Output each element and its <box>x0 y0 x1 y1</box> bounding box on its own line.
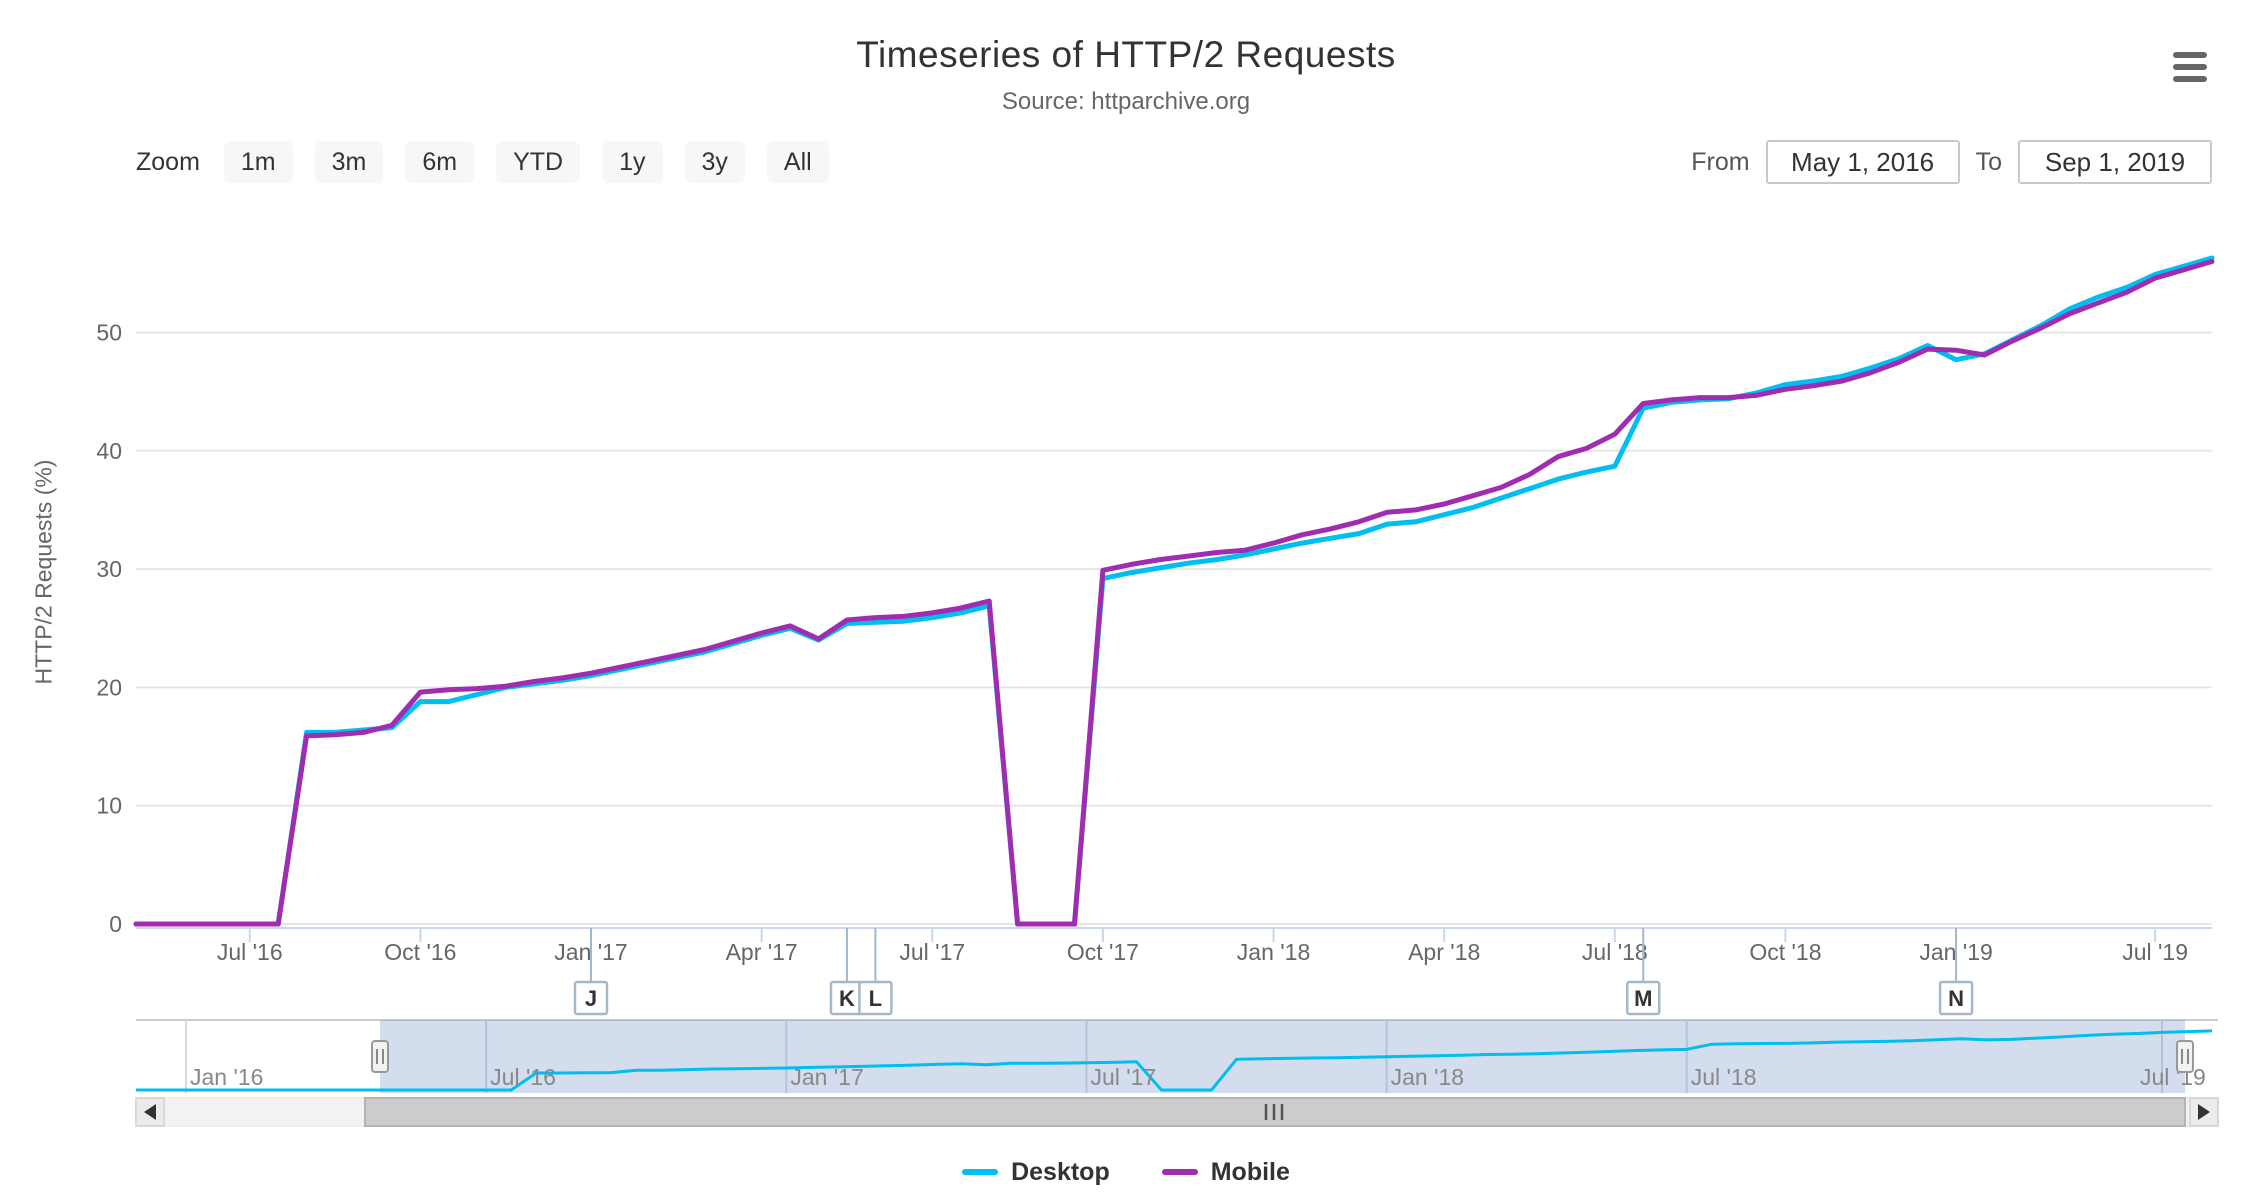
x-axis-label: Oct '16 <box>384 939 456 965</box>
legend: Desktop Mobile <box>0 1148 2252 1196</box>
flag-label: J <box>585 986 597 1011</box>
y-axis-label: 20 <box>96 674 122 700</box>
x-axis-label: Apr '17 <box>726 939 798 965</box>
navigator-handle-right[interactable] <box>2177 1041 2193 1072</box>
legend-line-icon <box>962 1169 998 1175</box>
y-axis-label: 30 <box>96 556 122 582</box>
scrollbar-right-button[interactable] <box>2190 1098 2218 1126</box>
flag-label: K <box>839 986 855 1011</box>
navigator-axis-label: Jul '19 <box>2140 1064 2206 1090</box>
legend-item-mobile[interactable]: Mobile <box>1162 1158 1290 1187</box>
y-axis-label: 10 <box>96 793 122 819</box>
flag-label: L <box>869 986 882 1011</box>
navigator-handle-left[interactable] <box>372 1041 388 1072</box>
highcharts-stock-chart: Timeseries of HTTP/2 Requests Source: ht… <box>0 0 2252 1204</box>
x-axis-label: Oct '17 <box>1067 939 1139 965</box>
navigator-axis-label: Jan '16 <box>190 1064 263 1090</box>
navigator-axis-label: Jul '17 <box>1090 1064 1156 1090</box>
flag-label: M <box>1634 986 1652 1011</box>
series-line-mobile[interactable] <box>136 262 2212 925</box>
chart-plot-area: 0 10 20 30 40 50 Jul '16 Oct '16 Jan '17 Apr '17 J… <box>0 0 2252 1204</box>
navigator-axis-label: Jul '18 <box>1691 1064 1757 1090</box>
x-axis-label: Apr '18 <box>1408 939 1480 965</box>
handle-grip-icon <box>2177 1041 2193 1072</box>
series-line-desktop[interactable] <box>136 258 2212 924</box>
x-axis-label: Jul '16 <box>217 939 283 965</box>
legend-line-icon <box>1162 1169 1198 1175</box>
x-axis-label: Oct '18 <box>1749 939 1821 965</box>
handle-grip-icon <box>372 1041 388 1072</box>
legend-item-desktop[interactable]: Desktop <box>962 1158 1110 1187</box>
navigator-mask[interactable] <box>380 1020 2185 1093</box>
x-axis-label: Jan '18 <box>1237 939 1310 965</box>
flag-L[interactable]: L <box>859 928 891 1014</box>
x-axis-label: Jul '17 <box>899 939 965 965</box>
navigator-axis-label: Jan '18 <box>1391 1064 1464 1090</box>
navigator-axis-label: Jan '17 <box>790 1064 863 1090</box>
y-axis-label: 40 <box>96 438 122 464</box>
flag-label: N <box>1948 986 1964 1011</box>
legend-label: Mobile <box>1211 1158 1290 1187</box>
x-axis-label: Jul '18 <box>1582 939 1648 965</box>
x-axis-label: Jul '19 <box>2122 939 2188 965</box>
navigator-axis-label: Jul '16 <box>490 1064 556 1090</box>
legend-label: Desktop <box>1011 1158 1110 1187</box>
y-axis-label: 50 <box>96 320 122 346</box>
y-axis-label: 0 <box>109 911 122 937</box>
scrollbar-left-button[interactable] <box>136 1098 164 1126</box>
